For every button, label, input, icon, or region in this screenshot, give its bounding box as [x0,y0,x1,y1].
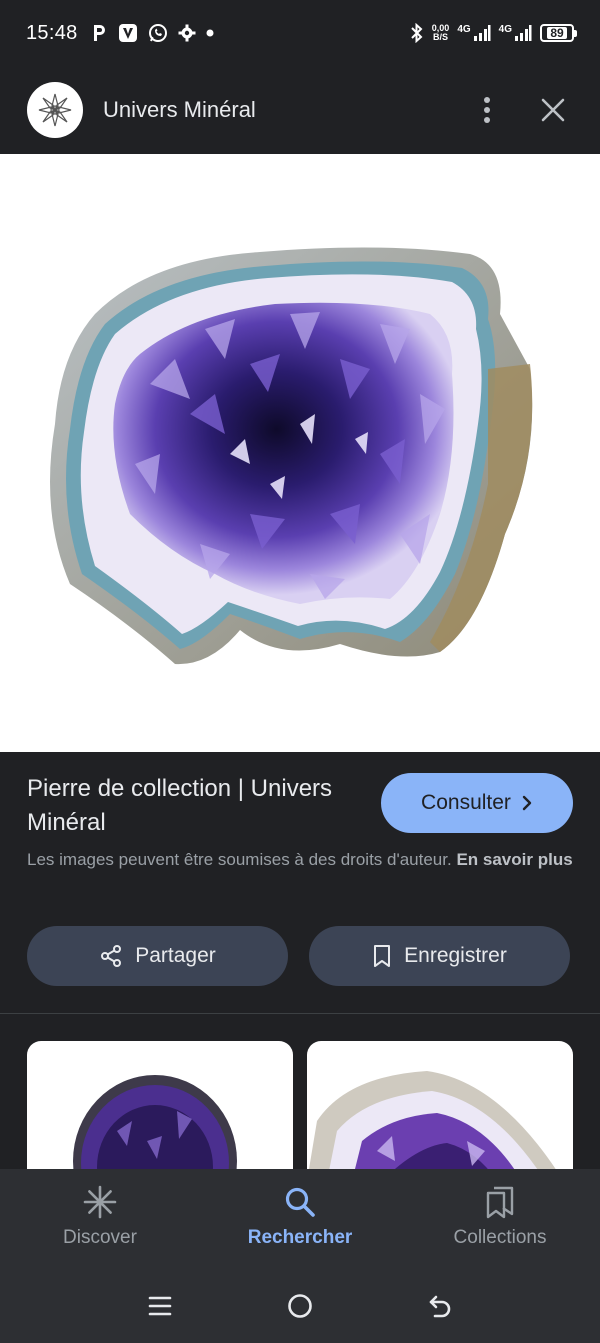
related-geode-image-2 [307,1071,562,1181]
result-details: Pierre de collection | Univers Minéral C… [0,752,600,1014]
collections-icon [486,1186,514,1219]
univers-mineral-logo-icon [38,93,72,127]
back-arrow-icon [430,1295,451,1318]
visit-button[interactable]: Consulter [381,773,573,833]
visit-button-label: Consulter [421,791,511,814]
home-button[interactable] [286,1292,314,1320]
related-image-2[interactable] [307,1041,573,1181]
signal-type-2: 4G [498,24,512,35]
copyright-notice: Les images peuvent être soumises à des d… [27,846,573,873]
share-button-label: Partager [135,944,216,967]
section-divider [0,1013,600,1014]
settings-gear-icon [178,24,196,42]
nav-discover[interactable]: Discover [0,1169,200,1269]
nav-discover-label: Discover [63,1227,137,1248]
close-icon [541,98,565,122]
related-geode-image-1 [73,1075,237,1181]
nav-collections-label: Collections [453,1227,547,1248]
bookmark-icon [374,945,391,967]
signal-strength-icon-1: 4G [457,24,491,42]
recent-apps-button[interactable] [147,1294,173,1318]
back-button[interactable] [427,1293,453,1319]
copyright-text: Les images peuvent être soumises à des d… [27,850,452,869]
discover-asterisk-icon [83,1185,117,1219]
parking-notification-icon [92,24,108,42]
amethyst-geode-image [50,247,533,665]
recent-apps-menu-icon [148,1296,171,1316]
battery-icon: 89 [540,24,577,42]
app-header: Univers Minéral [0,66,600,154]
more-options-button[interactable] [483,96,491,124]
v-app-notification-icon [118,23,138,43]
result-image[interactable] [0,154,600,752]
nav-search-label: Rechercher [247,1227,353,1248]
bottom-navigation: Discover Rechercher Collections [0,1169,600,1269]
related-image-1[interactable] [27,1041,293,1181]
save-button-label: Enregistrer [404,944,507,967]
search-icon [285,1187,315,1217]
network-speed-unit: B/S [433,32,449,42]
site-logo [27,82,83,138]
save-button[interactable]: Enregistrer [309,926,570,986]
home-circle-icon [288,1294,312,1318]
more-notifications-dot-icon [206,29,214,37]
whatsapp-icon [148,23,168,43]
nav-collections[interactable]: Collections [400,1169,600,1269]
signal-type-1: 4G [457,24,471,35]
chevron-right-icon [522,795,532,811]
bluetooth-icon [410,23,424,43]
learn-more-link[interactable]: En savoir plus [456,850,572,869]
status-time: 15:48 [26,21,78,44]
share-icon [101,945,122,967]
network-speed: 0,00 B/S [432,24,450,42]
system-navigation-bar [0,1269,600,1343]
result-title: Pierre de collection | Univers Minéral [27,775,333,836]
battery-level: 89 [547,27,567,39]
page-title: Univers Minéral [103,97,256,122]
close-button[interactable] [541,98,565,122]
nav-search[interactable]: Rechercher [200,1169,400,1269]
signal-strength-icon-2: 4G [499,24,532,42]
more-vert-icon [484,97,490,123]
status-bar: 15:48 0,00 B/S 4G 4G 89 [0,0,600,66]
share-button[interactable]: Partager [27,926,288,986]
